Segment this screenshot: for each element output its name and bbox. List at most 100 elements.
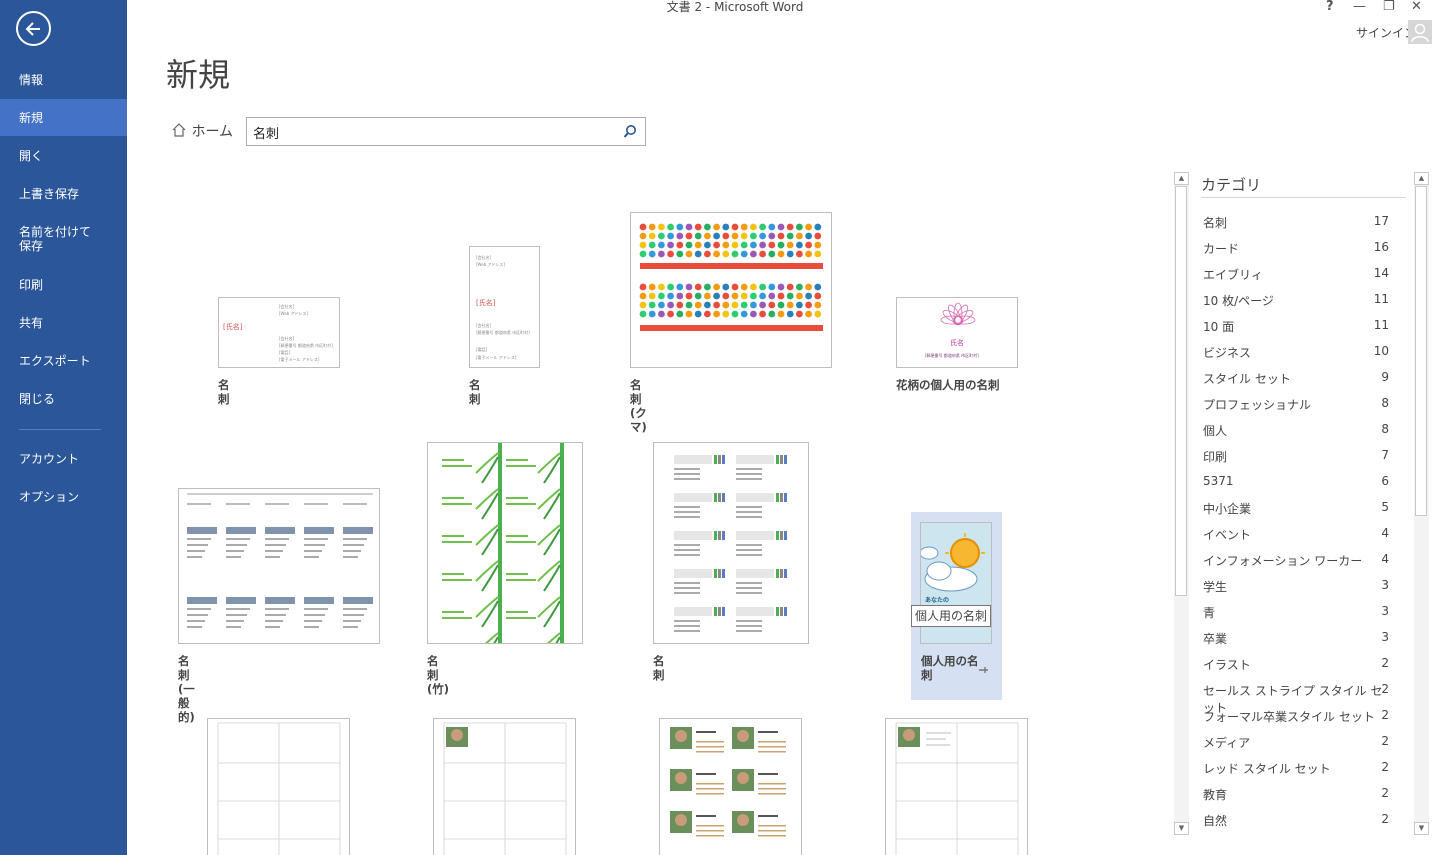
restore-button[interactable]: ❐ [1383,0,1395,14]
category-count: 2 [1381,656,1389,670]
bamboo-icon [442,443,564,643]
nav-share[interactable]: 共有 [0,316,127,330]
template-label: 名刺 [653,654,665,682]
category-count: 5 [1381,500,1389,514]
help-button[interactable]: ? [1326,0,1334,14]
category-item[interactable]: 卒業 3 [1203,626,1389,652]
photo-cards-icon [670,727,786,837]
category-item[interactable]: インフォメーション ワーカー 4 [1203,548,1389,574]
scroll-thumb[interactable] [1175,186,1187,596]
category-item[interactable]: 自然 2 [1203,808,1389,834]
category-count: 2 [1381,760,1389,774]
category-item[interactable]: イラスト 2 [1203,652,1389,678]
category-item[interactable]: 名刺 17 [1203,210,1389,236]
search-icon[interactable] [623,124,638,143]
category-name: ビジネス [1203,346,1252,360]
thumb-text: [電話] [279,350,291,355]
category-count: 4 [1381,526,1389,540]
minimize-button[interactable]: — [1353,0,1366,14]
nav-account[interactable]: アカウント [0,452,127,466]
category-item[interactable]: 10 枚/ページ 11 [1203,288,1389,314]
window-title: 文書 2 - Microsoft Word [666,0,804,14]
category-name: イベント [1203,528,1252,542]
thumb-text: [電子メール アドレス] [476,355,517,360]
nav-export[interactable]: エクスポート [0,354,127,368]
search-input[interactable] [253,122,613,142]
scroll-thumb[interactable] [1415,186,1427,516]
category-item[interactable]: メディア 2 [1203,730,1389,756]
template-thumbnail [427,442,583,644]
category-name: スタイル セット [1203,372,1291,386]
category-item[interactable]: 10 面 11 [1203,314,1389,340]
category-item[interactable]: 印刷 7 [1203,444,1389,470]
category-item[interactable]: イベント 4 [1203,522,1389,548]
thumb-text: [Web アドレス] [476,262,506,267]
category-item[interactable]: スタイル セット 9 [1203,366,1389,392]
category-count: 7 [1381,448,1389,462]
signin-link[interactable]: サインイン [1356,24,1416,41]
category-item[interactable]: レッド スタイル セット 2 [1203,756,1389,782]
scroll-down-arrow-icon[interactable]: ▼ [1174,822,1189,835]
thumb-text: [会社名] [279,304,295,309]
back-button[interactable] [16,11,51,46]
category-item[interactable]: ビジネス 10 [1203,340,1389,366]
scroll-down-arrow-icon[interactable]: ▼ [1414,822,1429,835]
category-name: 個人 [1203,424,1228,438]
striped-cards-icon [674,455,787,632]
category-count: 3 [1381,604,1389,618]
scroll-up-arrow-icon[interactable]: ▲ [1174,172,1189,185]
pin-icon[interactable] [977,660,989,679]
category-item[interactable]: 5371 6 [1203,470,1389,496]
category-item[interactable]: エイブリィ 14 [1203,262,1389,288]
backstage-sidebar: 情報 新規 開く 上書き保存 名前を付けて 保存 印刷 共有 エクスポート 閉じ… [0,0,127,855]
category-count: 8 [1381,396,1389,410]
category-item[interactable]: 学生 3 [1203,574,1389,600]
nav-info[interactable]: 情報 [0,73,127,87]
template-label: 名刺 [218,378,230,406]
category-count: 11 [1373,318,1389,332]
category-item[interactable]: カード 16 [1203,236,1389,262]
category-item[interactable]: プロフェッショナル 8 [1203,392,1389,418]
nav-options[interactable]: オプション [0,490,127,504]
category-name: フォーマル卒業スタイル セット [1203,710,1375,724]
category-name: 10 面 [1203,320,1235,334]
category-name: 学生 [1203,580,1228,594]
nav-close[interactable]: 閉じる [0,392,127,406]
blank-grid-icon [217,722,341,855]
template-label: 名刺 [469,378,481,406]
nav-print[interactable]: 印刷 [0,278,127,292]
category-item[interactable]: フォーマル卒業スタイル セット 2 [1203,704,1389,730]
nav-save-as[interactable]: 名前を付けて 保存 [0,225,127,253]
user-icon [1411,23,1429,42]
home-link[interactable]: ホーム [171,121,233,141]
category-name: 5371 [1203,474,1234,488]
back-arrow-icon [25,22,40,36]
thumb-text: [会社名] [476,323,492,328]
category-count: 16 [1373,240,1389,254]
close-button[interactable]: ✕ [1411,0,1422,14]
nav-save[interactable]: 上書き保存 [0,187,127,201]
category-item[interactable]: 教育 2 [1203,782,1389,808]
category-item[interactable]: セールス ストライプ スタイル セット 2 [1203,678,1389,715]
tooltip: 個人用の名刺 [911,605,991,627]
category-item[interactable]: 中小企業 5 [1203,496,1389,522]
category-count: 2 [1381,734,1389,748]
word-backstage-new: 情報 新規 開く 上書き保存 名前を付けて 保存 印刷 共有 エクスポート 閉じ… [0,0,1433,855]
category-count: 2 [1381,682,1389,696]
avatar[interactable] [1408,20,1432,44]
home-label: ホーム [191,124,234,140]
template-label: 名刺 (竹) [427,654,450,696]
category-name: 自然 [1203,814,1228,828]
scroll-up-arrow-icon[interactable]: ▲ [1414,172,1429,185]
nav-open[interactable]: 開く [0,149,127,163]
thumb-text: [郵便番号 都道府県 市区町村] [925,353,979,358]
nav-new[interactable]: 新規 [0,99,127,136]
category-scrollbar[interactable]: ▲ ▼ [1414,172,1429,835]
template-label: 名刺 (クマ) [630,378,647,434]
category-count: 8 [1381,422,1389,436]
category-item[interactable]: 青3 [1203,600,1389,626]
category-divider [1201,197,1406,198]
category-name: メディア [1203,736,1251,750]
gallery-scrollbar[interactable]: ▲ ▼ [1174,172,1189,835]
category-item[interactable]: 個人 8 [1203,418,1389,444]
